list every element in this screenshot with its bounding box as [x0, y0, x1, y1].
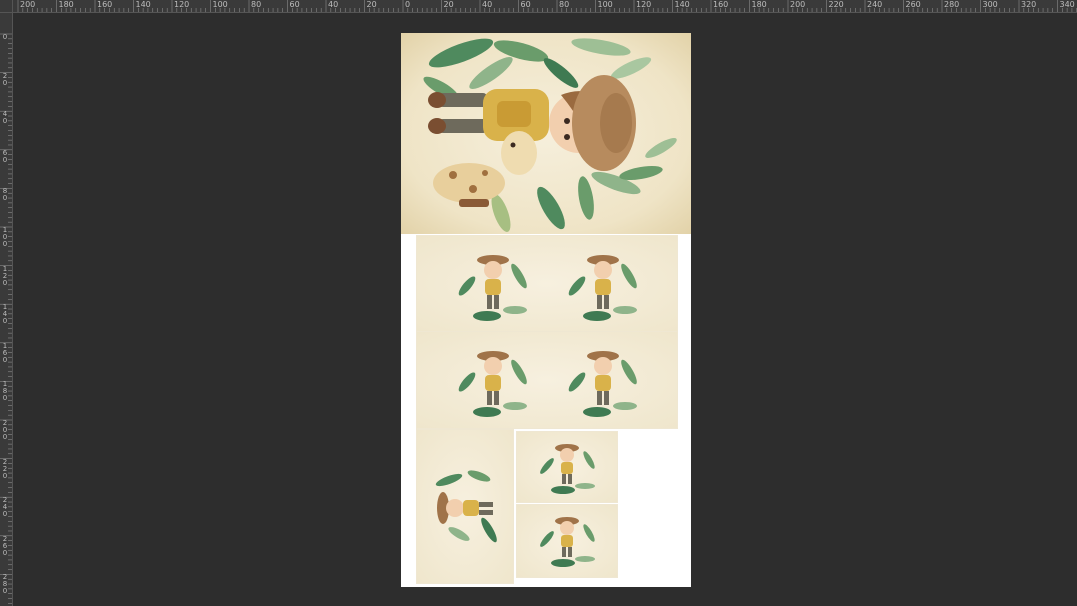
ruler-top-label: 60 [289, 0, 300, 9]
ruler-top-label: 20 [443, 0, 454, 9]
ruler-top-label: 20 [366, 0, 377, 9]
ruler-top-label: 40 [328, 0, 339, 9]
horizontal-ruler[interactable]: 200 180 160 140 120 100 80 60 40 20 0 20 40 60 80 100 12… [0, 0, 1077, 13]
ruler-top-label: 140 [135, 0, 151, 9]
card-a1[interactable] [416, 235, 678, 332]
main-illustration[interactable] [401, 33, 691, 234]
ruler-left-label: 60 [2, 148, 8, 164]
card-c2-art [540, 517, 595, 567]
ruler-left-label: 40 [2, 110, 8, 126]
ruler-top-label: 120 [174, 0, 190, 9]
ruler-top-label: 80 [559, 0, 570, 9]
ruler-left-label: 240 [2, 496, 8, 519]
ruler-top-label: 80 [251, 0, 262, 9]
ruler-left-label: 80 [2, 187, 8, 203]
ruler-top-label: 140 [674, 0, 690, 9]
ruler-top-label: 340 [1059, 0, 1075, 9]
ruler-top-label: 120 [636, 0, 652, 9]
ruler-top-label: 160 [713, 0, 729, 9]
ruler-top-label: 200 [790, 0, 806, 9]
vertical-ruler[interactable]: 0 20 40 60 80 100 120 140 160 180 200 220 240 260 280 [0, 12, 13, 606]
ruler-top-label: 260 [905, 0, 921, 9]
ruler-top-label: 280 [944, 0, 960, 9]
ruler-left-label: 180 [2, 380, 8, 403]
ruler-top-label: 160 [97, 0, 113, 9]
ruler-top-label: 220 [828, 0, 844, 9]
ruler-top-label: 300 [982, 0, 998, 9]
card-c1[interactable] [516, 431, 618, 503]
ruler-left-label: 200 [2, 419, 8, 441]
ruler-top-label: 0 [405, 0, 411, 9]
card-c2[interactable] [516, 504, 618, 578]
ruler-top-label: 240 [867, 0, 883, 9]
card-b-art [435, 470, 497, 543]
ruler-left-label: 160 [2, 341, 8, 364]
ruler-left-label: 120 [2, 264, 8, 287]
ruler-corner [0, 0, 13, 13]
ruler-left-label: 0 [2, 33, 8, 41]
card-b[interactable] [416, 429, 514, 584]
card-a2-art [458, 351, 637, 417]
ruler-left-label: 280 [2, 573, 8, 596]
illustration-boy-giraffe [423, 38, 677, 232]
card-a1-art [458, 255, 637, 321]
ruler-top-label: 60 [520, 0, 531, 9]
ruler-left-label: 220 [2, 457, 8, 480]
ruler-left-label: 20 [2, 71, 8, 87]
card-a2[interactable] [416, 331, 678, 429]
ruler-top-label: 200 [20, 0, 36, 9]
ruler-top-label: 180 [58, 0, 74, 9]
ruler-top-label: 320 [1021, 0, 1037, 9]
ruler-left-label: 140 [2, 303, 8, 326]
ruler-top-label: 40 [482, 0, 493, 9]
ruler-top-label: 100 [212, 0, 228, 9]
ruler-top-label: 180 [751, 0, 767, 9]
ruler-left-label: 100 [2, 226, 8, 248]
card-c1-art [540, 444, 595, 494]
ruler-left-label: 260 [2, 534, 8, 557]
ruler-top-label: 100 [597, 0, 613, 9]
